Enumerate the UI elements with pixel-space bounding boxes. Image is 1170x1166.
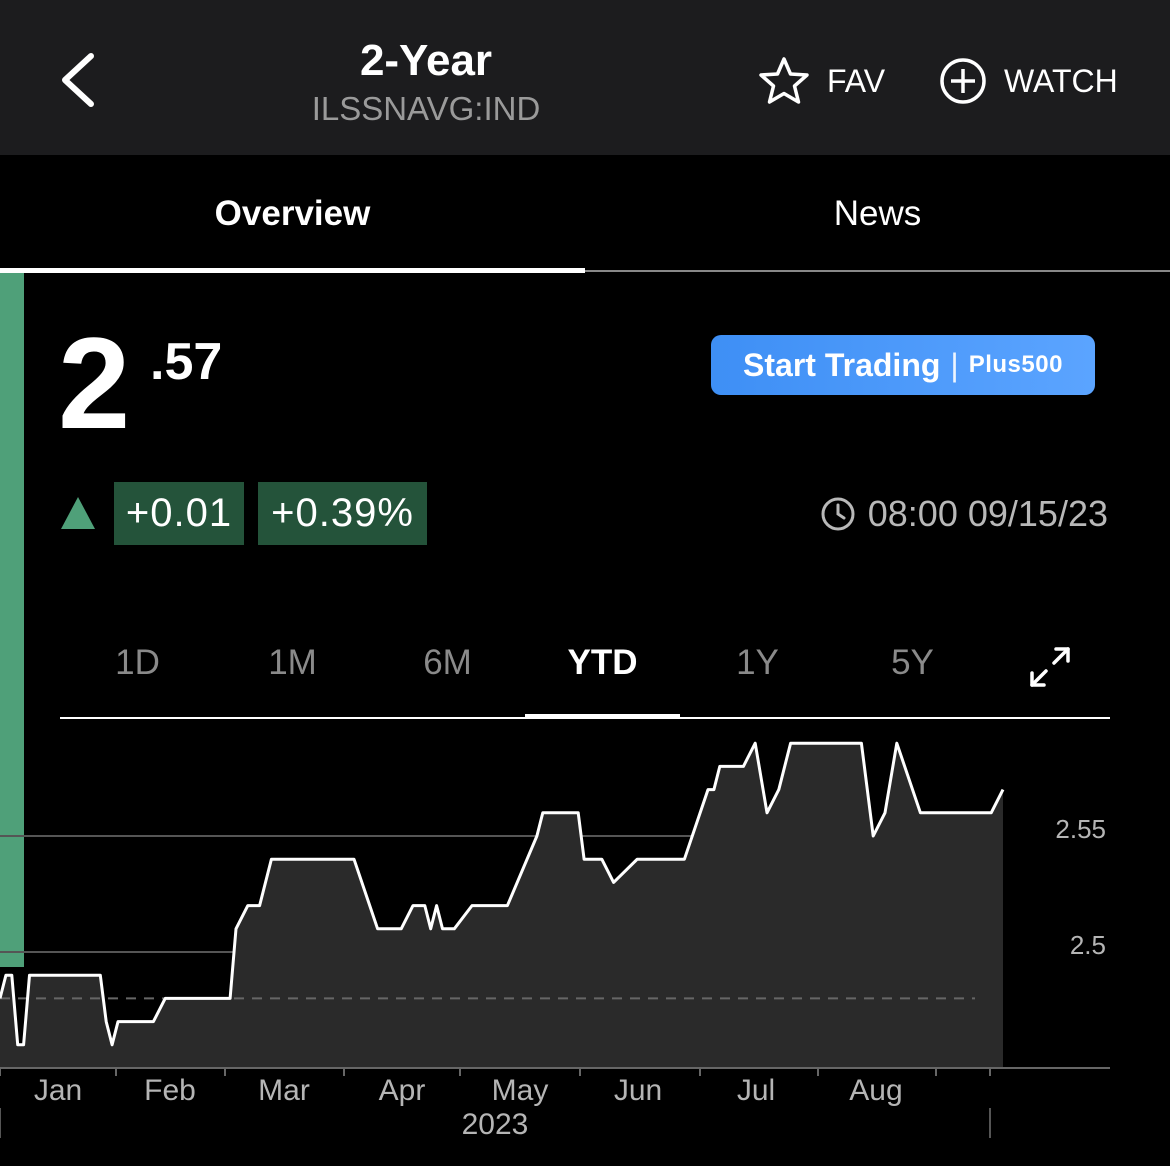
back-chevron-icon[interactable] <box>55 48 105 112</box>
y-axis-label: 2.5 <box>1070 930 1106 960</box>
price-decimal: .57 <box>150 333 223 391</box>
x-axis-label: Feb <box>144 1074 196 1107</box>
watch-button[interactable]: WATCH <box>938 56 1118 106</box>
range-5y[interactable]: 5Y <box>835 636 990 690</box>
range-1y[interactable]: 1Y <box>680 636 835 690</box>
range-1m[interactable]: 1M <box>215 636 370 690</box>
tab-news[interactable]: News <box>585 155 1170 273</box>
range-ytd[interactable]: YTD <box>525 636 680 690</box>
x-axis-label: Apr <box>379 1074 426 1107</box>
promo-separator: | <box>950 346 959 383</box>
tab-bar: Overview News <box>0 155 1170 273</box>
start-trading-label: Start Trading <box>743 346 941 383</box>
expand-icon[interactable] <box>1028 645 1072 689</box>
fav-label: FAV <box>827 62 886 99</box>
plus-circle-icon <box>940 58 986 104</box>
tab-active-indicator <box>0 268 585 273</box>
change-percent: +0.39% <box>258 482 427 545</box>
ticker-symbol: ILSSNAVG:IND <box>311 90 541 127</box>
price-integer: 2 <box>58 310 131 456</box>
year-label: 2023 <box>462 1108 529 1141</box>
change-value: +0.01 <box>114 482 244 545</box>
plus500-logo: Plus500 <box>968 351 1063 378</box>
star-icon <box>759 57 809 104</box>
range-6m[interactable]: 6M <box>370 636 525 690</box>
start-trading-button[interactable]: Start Trading | Plus500 <box>711 335 1095 395</box>
clock-icon <box>821 497 855 531</box>
up-arrow-icon <box>61 497 95 529</box>
y-axis-label: 2.55 <box>1055 814 1106 844</box>
fav-button[interactable]: FAV <box>757 56 885 106</box>
watch-label: WATCH <box>1004 62 1118 99</box>
x-axis-label: Aug <box>849 1074 902 1107</box>
x-axis-label: Jul <box>737 1074 775 1107</box>
price-chart[interactable]: 2.55 2.5 Jan Feb Mar Apr May Jun Jul Aug 2023 <box>0 720 1170 1160</box>
tab-divider <box>585 270 1170 272</box>
x-axis-label: Jun <box>614 1074 662 1107</box>
top-bar: 2-Year ILSSNAVG:IND FAV WATCH <box>0 0 1170 155</box>
x-axis-label: Mar <box>258 1074 310 1107</box>
page-title: 2-Year <box>359 36 493 85</box>
quote-timestamp: 08:00 09/15/23 <box>820 490 1108 538</box>
x-axis-label: Jan <box>34 1074 82 1107</box>
tab-overview[interactable]: Overview <box>0 155 585 273</box>
range-selected-indicator <box>525 714 680 719</box>
timestamp-text: 08:00 09/15/23 <box>867 493 1108 534</box>
range-1d[interactable]: 1D <box>60 636 215 690</box>
x-axis-label: May <box>492 1074 549 1107</box>
